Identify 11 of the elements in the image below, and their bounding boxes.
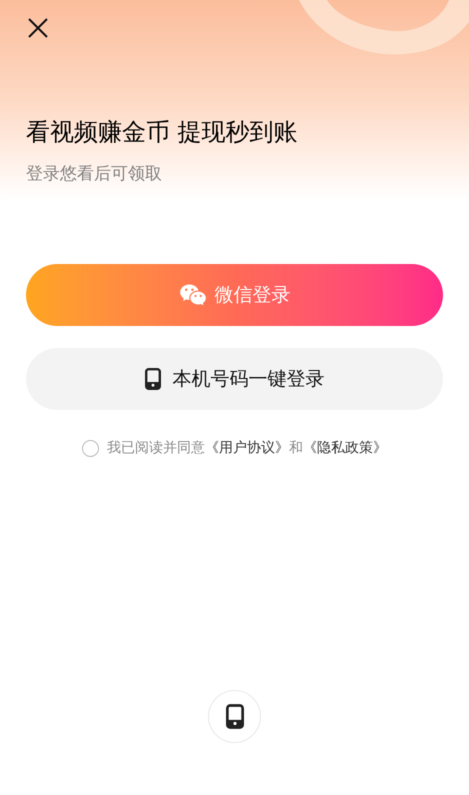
agreement-text: 我已阅读并同意《用户协议》和《隐私政策》 [107,439,387,458]
subtitle: 登录悠看后可领取 [26,163,163,186]
agreement-link[interactable]: 《隐私政策》 [303,440,387,456]
agreement-link[interactable]: 《用户协议》 [205,440,289,456]
headline: 看视频赚金币 提现秒到账 [26,117,299,148]
phone-login-button[interactable]: 本机号码一键登录 [26,348,443,410]
close-button[interactable] [26,16,50,40]
phone-icon [226,704,244,729]
close-icon [28,18,48,38]
agreement-checkbox[interactable] [82,440,99,457]
phone-icon [144,368,160,390]
